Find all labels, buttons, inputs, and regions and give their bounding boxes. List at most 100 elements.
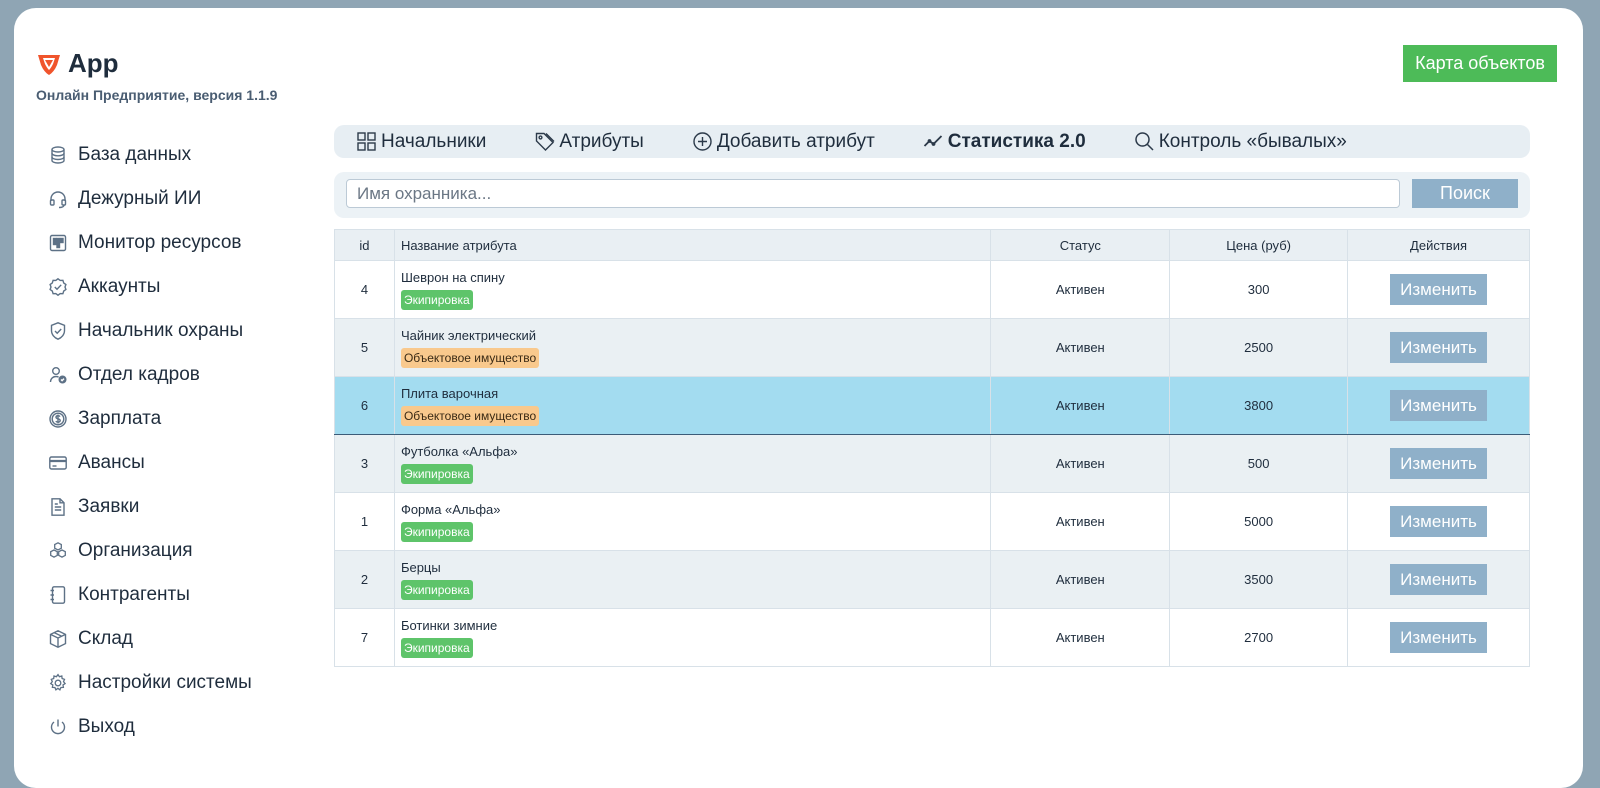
trend-icon	[923, 135, 942, 147]
edit-button[interactable]: Изменить	[1390, 448, 1488, 479]
headset-icon	[48, 189, 68, 209]
app-subtitle: Онлайн Предприятие, версия 1.1.9	[36, 87, 278, 103]
sidebar-item-requests[interactable]: Заявки	[48, 485, 318, 529]
actions-cell: Изменить	[1347, 260, 1530, 319]
edit-button[interactable]: Изменить	[1390, 332, 1488, 363]
edit-button[interactable]: Изменить	[1390, 622, 1488, 653]
tab-attributes[interactable]: Атрибуты	[534, 130, 644, 153]
column-header-price[interactable]: Цена (руб)	[1169, 229, 1349, 261]
sidebar-item-label: Отдел кадров	[78, 364, 200, 385]
sidebar-item-database[interactable]: База данных	[48, 133, 318, 177]
objects-map-button[interactable]: Карта объектов	[1403, 45, 1557, 82]
tab-label: Атрибуты	[559, 130, 644, 152]
status-cell: Активен	[990, 434, 1171, 493]
sidebar-item-hr[interactable]: Отдел кадров	[48, 353, 318, 397]
status-cell: Активен	[990, 492, 1171, 551]
edit-button[interactable]: Изменить	[1390, 564, 1488, 595]
category-badge: Объектовое имущество	[400, 405, 540, 426]
table-row[interactable]: 5 Чайник электрический Объектовое имущес…	[334, 318, 1530, 377]
notebook-icon	[48, 585, 68, 605]
main-card: App Онлайн Предприятие, версия 1.1.9 Кар…	[14, 8, 1583, 788]
category-badge: Экипировка	[400, 579, 473, 600]
edit-button[interactable]: Изменить	[1390, 506, 1488, 537]
table-row[interactable]: 3 Футболка «Альфа» Экипировка Активен 50…	[334, 434, 1530, 493]
attribute-cell: Шеврон на спину Экипировка	[393, 260, 992, 319]
column-header-id[interactable]: id	[334, 229, 395, 261]
sidebar-item-system-settings[interactable]: Настройки системы	[48, 661, 318, 705]
sidebar-item-salary[interactable]: Зарплата	[48, 397, 318, 441]
sidebar-item-label: Заявки	[78, 496, 140, 517]
status-cell: Активен	[990, 260, 1171, 319]
status-cell: Активен	[990, 608, 1171, 667]
actions-cell: Изменить	[1347, 376, 1530, 435]
attribute-name: Берцы	[400, 559, 441, 575]
tab-label: Контроль «бывалых»	[1158, 130, 1347, 152]
tab-chiefs[interactable]: Начальники	[356, 131, 486, 153]
sidebar-item-organization[interactable]: Организация	[48, 529, 318, 573]
sidebar-item-security-chief[interactable]: Начальник охраны	[48, 309, 318, 353]
actions-cell: Изменить	[1347, 608, 1530, 667]
row-id: 1	[334, 492, 395, 551]
attribute-name: Чайник электрический	[400, 327, 536, 343]
document-icon	[48, 497, 68, 517]
status-cell: Активен	[990, 318, 1171, 377]
sidebar-item-duty-ai[interactable]: Дежурный ИИ	[48, 177, 318, 221]
tab-veterans-control[interactable]: Контроль «бывалых»	[1134, 131, 1347, 153]
tab-add-attribute[interactable]: Добавить атрибут	[692, 131, 875, 153]
row-id: 7	[334, 608, 395, 667]
edit-button[interactable]: Изменить	[1390, 274, 1488, 305]
attribute-cell: Ботинки зимние Экипировка	[393, 608, 992, 667]
row-id: 6	[334, 376, 395, 435]
column-header-name[interactable]: Название атрибута	[393, 229, 992, 261]
row-id: 4	[334, 260, 395, 319]
guard-name-search-input[interactable]	[346, 179, 1400, 208]
sidebar-item-label: База данных	[78, 144, 192, 165]
sidebar-item-accounts[interactable]: Аккаунты	[48, 265, 318, 309]
table-row[interactable]: 1 Форма «Альфа» Экипировка Активен 5000 …	[334, 492, 1530, 551]
table-row[interactable]: 4 Шеврон на спину Экипировка Активен 300…	[334, 260, 1530, 319]
table-row[interactable]: 2 Берцы Экипировка Активен 3500 Изменить	[334, 550, 1530, 609]
row-id: 2	[334, 550, 395, 609]
sidebar-item-warehouse[interactable]: Склад	[48, 617, 318, 661]
tab-label: Начальники	[381, 130, 487, 152]
attribute-name: Плита варочная	[400, 385, 499, 401]
price-cell: 2500	[1169, 318, 1349, 377]
column-header-status[interactable]: Статус	[990, 229, 1171, 261]
power-icon	[48, 717, 68, 737]
sidebar-item-label: Склад	[78, 628, 133, 649]
tag-icon	[536, 132, 555, 151]
brand: App Онлайн Предприятие, версия 1.1.9	[36, 48, 277, 103]
database-icon	[48, 145, 68, 165]
sidebar-item-contractors[interactable]: Контрагенты	[48, 573, 318, 617]
category-badge: Объектовое имущество	[400, 347, 540, 368]
tab-label: Статистика 2.0	[947, 130, 1086, 152]
dollar-icon	[48, 409, 68, 429]
sidebar-item-label: Выход	[78, 716, 135, 737]
box-icon	[48, 629, 68, 649]
shield-check-icon	[48, 321, 68, 341]
table-row-selected[interactable]: 6 Плита варочная Объектовое имущество Ак…	[334, 376, 1530, 435]
sidebar-item-resource-monitor[interactable]: Монитор ресурсов	[48, 221, 318, 265]
credit-card-icon	[48, 453, 68, 473]
edit-button[interactable]: Изменить	[1390, 390, 1488, 421]
category-badge: Экипировка	[400, 463, 473, 484]
search-bar: Поиск	[334, 172, 1530, 218]
search-button[interactable]: Поиск	[1412, 179, 1518, 208]
user-check-icon	[48, 365, 68, 385]
sidebar-item-logout[interactable]: Выход	[48, 705, 318, 749]
tab-label: Добавить атрибут	[716, 130, 875, 152]
grid-icon	[357, 132, 376, 151]
table-row[interactable]: 7 Ботинки зимние Экипировка Активен 2700…	[334, 608, 1530, 667]
app-title: App	[68, 48, 119, 78]
category-badge: Экипировка	[400, 637, 473, 658]
category-badge: Экипировка	[400, 289, 473, 310]
attribute-cell: Плита варочная Объектовое имущество	[393, 376, 992, 435]
price-cell: 300	[1169, 260, 1349, 319]
sidebar-item-label: Аккаунты	[78, 276, 161, 297]
cubes-icon	[48, 541, 68, 561]
monitor-icon	[48, 233, 68, 253]
sidebar-item-advances[interactable]: Авансы	[48, 441, 318, 485]
tab-statistics[interactable]: Статистика 2.0	[923, 131, 1086, 153]
sidebar-item-label: Контрагенты	[78, 584, 190, 605]
search-icon	[1134, 132, 1154, 151]
